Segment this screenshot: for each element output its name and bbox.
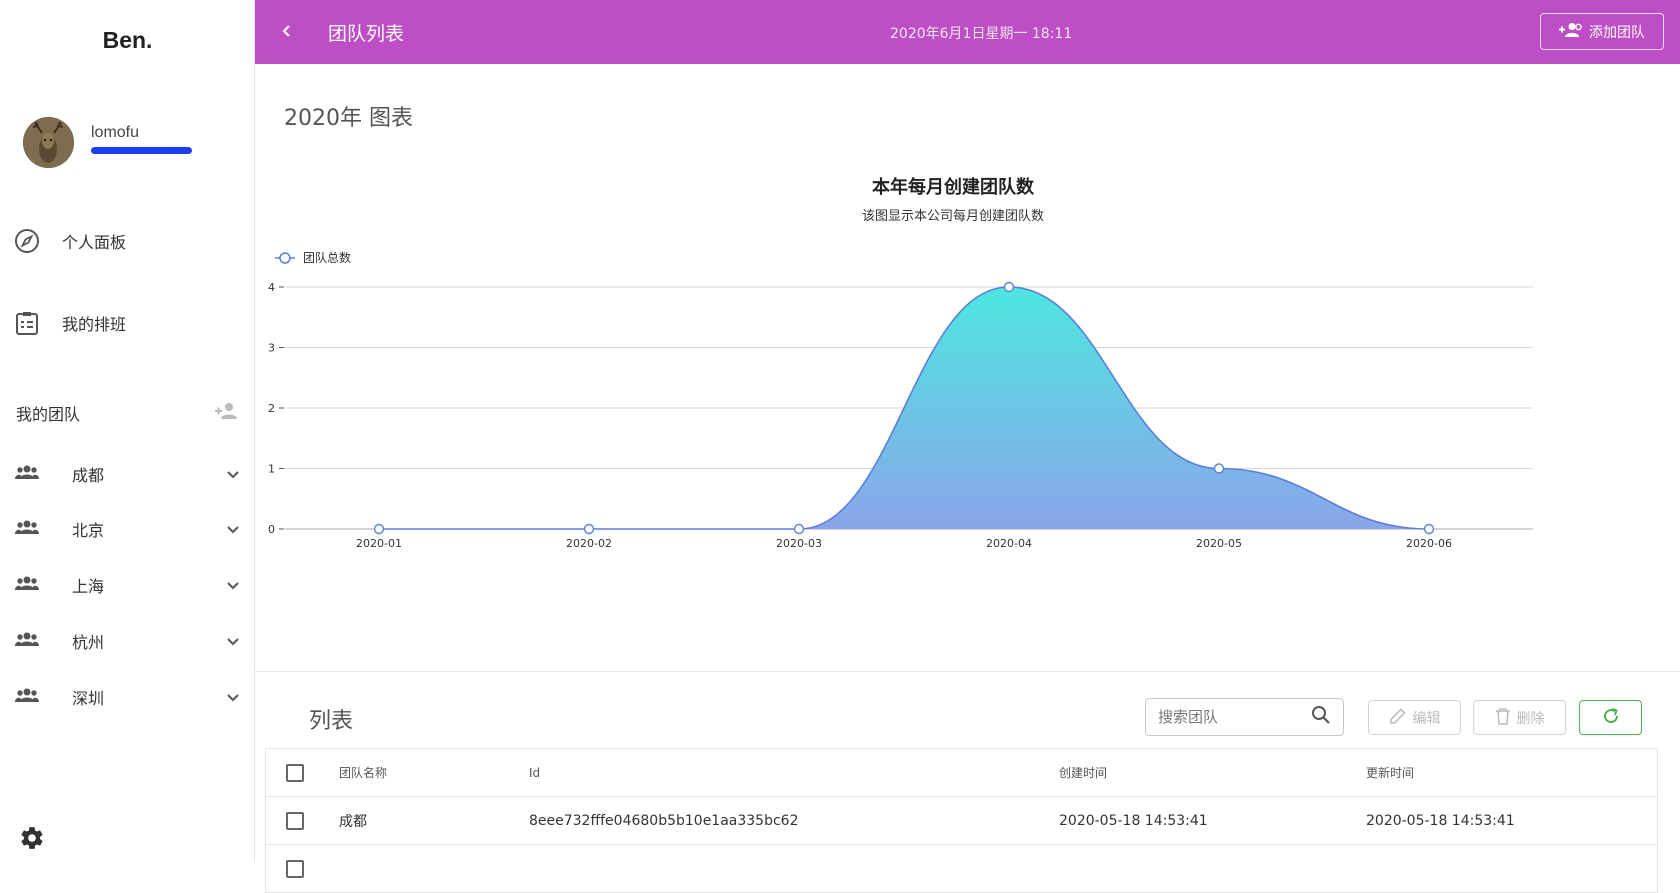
- x-tick-label: 2020-01: [356, 537, 402, 550]
- data-point: [793, 523, 805, 535]
- profile-progress-bar: [91, 147, 192, 154]
- data-point: [373, 523, 385, 535]
- pencil-icon: [1389, 707, 1407, 729]
- chevron-down-icon[interactable]: [226, 576, 240, 595]
- y-tick-label: 4: [268, 281, 275, 294]
- x-tick-label: 2020-02: [566, 537, 612, 550]
- chevron-down-icon[interactable]: [226, 465, 240, 484]
- cell-team-id: 8eee732fffe04680b5b10e1aa335bc62: [529, 812, 799, 829]
- team-search-box[interactable]: [1145, 698, 1344, 736]
- page-title: 团队列表: [328, 23, 405, 45]
- row-checkbox[interactable]: [286, 811, 304, 830]
- search-input[interactable]: [1158, 708, 1311, 726]
- data-point: [583, 523, 595, 535]
- column-header-id[interactable]: Id: [529, 766, 540, 780]
- add-team-button[interactable]: 添加团队: [1540, 13, 1664, 50]
- x-tick-label: 2020-03: [776, 537, 822, 550]
- table-row[interactable]: [266, 845, 1657, 893]
- chevron-down-icon[interactable]: [226, 632, 240, 651]
- add-team-label: 添加团队: [1589, 24, 1645, 41]
- nav-item-schedule[interactable]: 我的排班: [14, 308, 126, 338]
- cell-created-time: 2020-05-18 14:53:41: [1059, 812, 1208, 829]
- trash-icon: [1495, 707, 1511, 729]
- delete-button[interactable]: 删除: [1473, 700, 1566, 735]
- chart-subtitle: 该图显示本公司每月创建团队数: [862, 208, 1044, 224]
- sidebar-team-shanghai[interactable]: 上海: [15, 570, 240, 600]
- user-profile: lomofu: [23, 117, 192, 168]
- data-point: [1213, 463, 1225, 474]
- settings-button[interactable]: [19, 825, 45, 855]
- sidebar-team-beijing[interactable]: 北京: [15, 514, 240, 544]
- clipboard-list-icon: [14, 310, 40, 336]
- app-logo[interactable]: Ben.: [0, 27, 255, 54]
- sidebar-team-shenzhen[interactable]: 深圳: [15, 682, 240, 712]
- cell-team-name: 成都: [339, 813, 367, 830]
- refresh-icon: [1601, 706, 1621, 730]
- table-header-row: 团队名称 Id 创建时间 更新时间: [266, 749, 1657, 797]
- group-icon: [15, 519, 39, 539]
- edit-button[interactable]: 编辑: [1368, 700, 1461, 735]
- search-icon[interactable]: [1311, 705, 1331, 729]
- y-tick-label: 0: [268, 523, 275, 536]
- my-teams-header: 我的团队: [16, 401, 240, 425]
- column-header-name[interactable]: 团队名称: [339, 764, 387, 781]
- delete-label: 删除: [1516, 710, 1545, 727]
- add-group-icon: [1559, 22, 1583, 42]
- avatar[interactable]: [23, 117, 74, 168]
- group-icon: [15, 687, 39, 707]
- y-tick-label: 2: [268, 402, 275, 415]
- column-header-created[interactable]: 创建时间: [1059, 764, 1107, 781]
- data-point: [1003, 281, 1015, 293]
- teams-table: 团队名称 Id 创建时间 更新时间 成都 8eee732fffe04680b5b…: [265, 748, 1658, 893]
- data-point: [1423, 523, 1435, 535]
- chart-legend[interactable]: 团队总数: [275, 250, 351, 265]
- back-button[interactable]: [275, 20, 299, 44]
- row-checkbox[interactable]: [286, 859, 304, 878]
- x-tick-label: 2020-06: [1406, 537, 1452, 550]
- y-tick-label: 1: [268, 463, 275, 476]
- y-tick-label: 3: [268, 342, 275, 355]
- chevron-down-icon[interactable]: [226, 520, 240, 539]
- list-section-heading: 列表: [309, 709, 354, 734]
- refresh-button[interactable]: [1579, 700, 1642, 735]
- legend-label: 团队总数: [303, 250, 351, 265]
- area-chart: 本年每月创建团队数 该图显示本公司每月创建团队数 团队总数 0 1 2 3 4 2020…: [268, 176, 1533, 550]
- x-tick-label: 2020-05: [1196, 537, 1242, 550]
- username: lomofu: [91, 124, 140, 141]
- table-row[interactable]: 成都 8eee732fffe04680b5b10e1aa335bc62 2020…: [266, 797, 1657, 845]
- sidebar: Ben. lomofu 个人面板 我的排班 我的团队 成都 北京 上海 杭州 深…: [0, 0, 255, 861]
- chart-title: 本年每月创建团队数: [872, 176, 1035, 198]
- team-label: 成都: [72, 466, 105, 485]
- x-tick-label: 2020-04: [986, 537, 1032, 550]
- edit-label: 编辑: [1412, 710, 1441, 727]
- team-label: 杭州: [72, 633, 105, 652]
- section-divider: [255, 671, 1680, 672]
- sidebar-team-hangzhou[interactable]: 杭州: [15, 626, 240, 656]
- group-icon: [15, 575, 39, 595]
- top-app-bar: 团队列表 2020年6月1日星期一 18:11 添加团队: [255, 0, 1680, 64]
- add-person-icon[interactable]: [214, 402, 240, 424]
- chevron-left-icon: [281, 23, 293, 42]
- group-icon: [15, 464, 39, 484]
- team-label: 上海: [72, 577, 105, 596]
- nav-item-label: 个人面板: [62, 233, 127, 252]
- nav-item-label: 我的排班: [62, 315, 127, 334]
- current-datetime: 2020年6月1日星期一 18:11: [890, 26, 1073, 42]
- nav-item-dashboard[interactable]: 个人面板: [14, 226, 126, 256]
- chevron-down-icon[interactable]: [226, 688, 240, 707]
- compass-icon: [14, 228, 40, 254]
- cell-updated-time: 2020-05-18 14:53:41: [1366, 812, 1515, 829]
- my-teams-label: 我的团队: [16, 405, 81, 424]
- team-label: 深圳: [72, 689, 105, 708]
- column-header-updated[interactable]: 更新时间: [1366, 764, 1414, 781]
- gear-icon: [19, 827, 45, 855]
- team-label: 北京: [72, 521, 105, 540]
- select-all-checkbox[interactable]: [286, 763, 304, 782]
- sidebar-team-chengdu[interactable]: 成都: [15, 459, 240, 489]
- group-icon: [15, 631, 39, 651]
